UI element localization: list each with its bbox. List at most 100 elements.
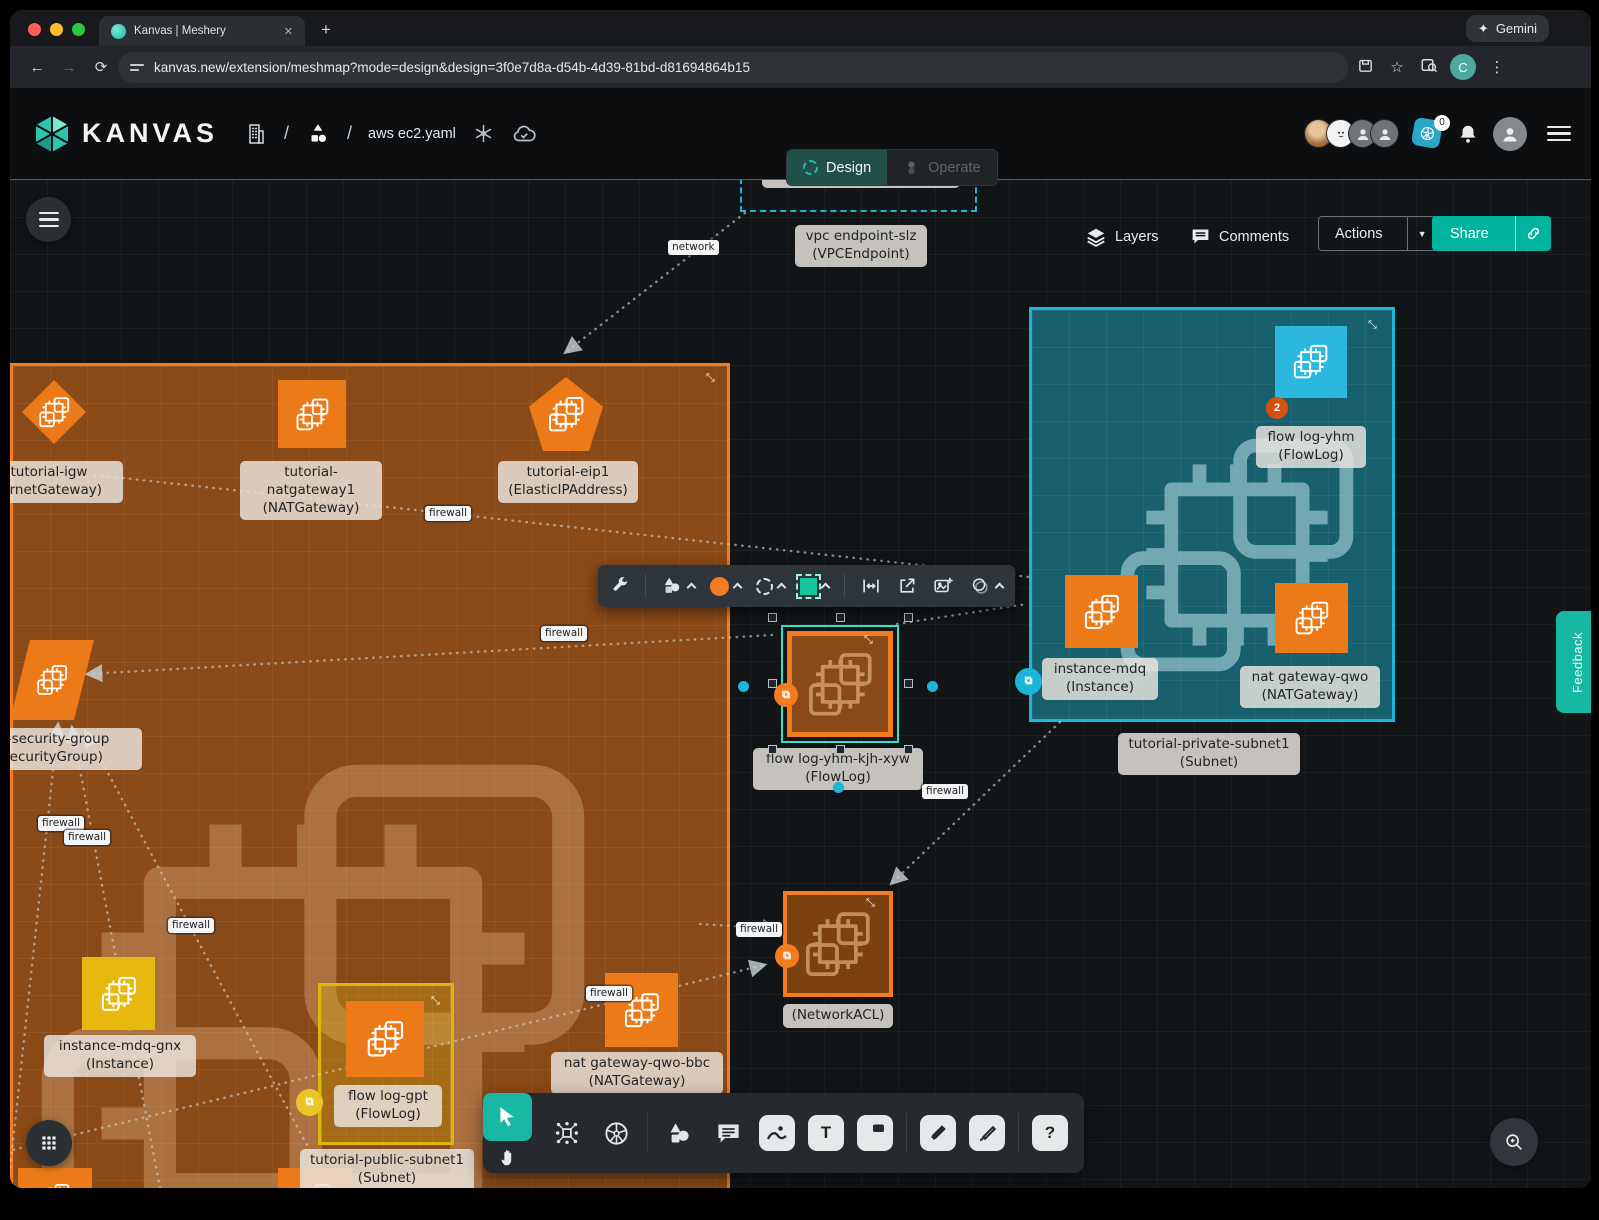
gemini-button[interactable]: ✦ Gemini	[1466, 15, 1549, 42]
node-tutorial-natgateway1[interactable]	[278, 380, 346, 448]
note-tool[interactable]	[857, 1115, 893, 1151]
share-button[interactable]: Share	[1432, 216, 1551, 251]
private-subnet-container-collapse-icon[interactable]: ⤡	[1368, 320, 1377, 331]
add-image-button[interactable]	[932, 575, 954, 597]
pan-tool-button[interactable]	[491, 1143, 525, 1171]
flowlog-gpt-container-collapse-icon[interactable]: ⤡	[431, 996, 440, 1007]
tab-close-icon[interactable]: ✕	[284, 25, 293, 38]
close-window-button[interactable]	[28, 23, 41, 36]
edge[interactable]	[10, 725, 58, 1188]
share-link-icon[interactable]	[1515, 216, 1551, 251]
selection-handle[interactable]	[836, 745, 845, 754]
collaborator-avatars[interactable]	[1304, 119, 1399, 148]
edge-label-network: network	[668, 240, 719, 255]
node-collapse-icon[interactable]: ⤡	[866, 898, 875, 909]
notifications-bell-icon[interactable]	[1457, 123, 1479, 145]
comments-button[interactable]: Comments	[1190, 219, 1289, 254]
feedback-tab[interactable]: Feedback	[1556, 611, 1591, 713]
node-flowlog-gpt[interactable]	[346, 1001, 424, 1077]
collaborator-avatar-generic-2[interactable]	[1370, 119, 1399, 148]
pen-tool[interactable]	[920, 1115, 956, 1151]
layers-button[interactable]: Layers	[1085, 219, 1159, 254]
shapes-tool[interactable]	[661, 1115, 697, 1151]
open-in-new-button[interactable]	[897, 576, 917, 596]
new-tab-button[interactable]: +	[321, 21, 331, 38]
node-partial-bottom-1[interactable]	[18, 1168, 92, 1188]
zoom-button[interactable]	[1490, 1118, 1538, 1166]
node-networkacl[interactable]	[783, 891, 893, 997]
mesh-components-tool[interactable]	[549, 1115, 585, 1151]
comment-icon	[715, 1120, 742, 1147]
tab-operate[interactable]: Operate	[887, 150, 996, 185]
node-instance-mdq[interactable]	[1065, 575, 1138, 648]
tab-search-icon[interactable]	[1414, 56, 1444, 78]
configure-tool-button[interactable]	[610, 576, 630, 596]
resource-chip-icon	[33, 656, 71, 704]
freehand-tool[interactable]	[969, 1115, 1005, 1151]
link-badge-private-subnet[interactable]: ⧉	[1015, 668, 1042, 695]
actions-button[interactable]: Actions ▼	[1318, 216, 1438, 251]
edge[interactable]	[897, 604, 1027, 624]
forward-button[interactable]: →	[54, 59, 84, 76]
node-collapse-icon[interactable]: ⤡	[864, 635, 873, 646]
node-natgw-qwo-bbc[interactable]	[605, 973, 678, 1047]
selection-handle[interactable]	[904, 745, 913, 754]
kubernetes-tool[interactable]	[598, 1115, 634, 1151]
link-badge-flowlog-gpt[interactable]: ⧉	[296, 1089, 323, 1116]
reload-button[interactable]: ⟳	[86, 58, 116, 76]
media-tool[interactable]	[759, 1115, 795, 1151]
browser-tab[interactable]: Kanvas | Meshery ✕	[99, 16, 305, 46]
count-badge-flowlog-yhm[interactable]: 2	[1266, 397, 1288, 419]
back-button[interactable]: ←	[22, 59, 52, 76]
link-badge-flowlog-selected[interactable]: ⧉	[774, 683, 798, 707]
resize-label-button[interactable]	[860, 575, 882, 597]
shape-style-button[interactable]	[661, 575, 695, 597]
selection-handle[interactable]	[836, 613, 845, 622]
node-flowlog-yhm[interactable]	[1275, 326, 1347, 398]
selection-handle[interactable]	[904, 613, 913, 622]
design-file-name[interactable]: aws ec2.yaml	[368, 126, 456, 142]
site-settings-icon[interactable]	[130, 64, 144, 71]
selection-handle[interactable]	[768, 613, 777, 622]
cloud-sync-icon[interactable]	[511, 121, 537, 147]
node-instance-mdq-gnx[interactable]	[82, 957, 155, 1030]
link-badge-networkacl[interactable]: ⧉	[775, 944, 799, 968]
browser-menu-icon[interactable]: ⋮	[1482, 58, 1512, 76]
maximize-window-button[interactable]	[72, 23, 85, 36]
selection-handle[interactable]	[768, 745, 777, 754]
save-page-icon[interactable]	[1350, 57, 1380, 78]
select-tool-button[interactable]	[483, 1093, 532, 1141]
address-bar[interactable]: kanvas.new/extension/meshmap?mode=design…	[118, 52, 1348, 83]
design-canvas[interactable]: Layers Comments Actions ▼ Share	[10, 180, 1591, 1188]
meshery-snowflake-icon[interactable]	[472, 122, 495, 145]
url-text[interactable]: kanvas.new/extension/meshmap?mode=design…	[154, 60, 750, 75]
apps-grid-button[interactable]	[26, 1120, 72, 1166]
vpc-orange-container-collapse-icon[interactable]: ⤡	[706, 373, 715, 384]
edge[interactable]	[892, 722, 1060, 883]
teal-swatch-icon	[800, 578, 817, 595]
help-button[interactable]: ?	[1032, 1115, 1068, 1151]
selection-color-button[interactable]	[800, 578, 829, 595]
node-natgw-qwo[interactable]	[1275, 583, 1348, 653]
tab-design[interactable]: Design	[787, 150, 887, 185]
organization-icon[interactable]	[244, 121, 268, 147]
lasso-tool-button[interactable]	[969, 575, 1003, 597]
fill-color-button[interactable]	[710, 577, 741, 596]
kanvas-logo[interactable]: KANVAS	[32, 114, 218, 154]
edge[interactable]	[566, 213, 745, 352]
tool-palette: T ?	[483, 1093, 1084, 1173]
browser-profile-avatar[interactable]: C	[1450, 54, 1476, 80]
comment-tool[interactable]	[710, 1115, 746, 1151]
minimize-window-button[interactable]	[50, 23, 63, 36]
border-style-button[interactable]	[756, 578, 785, 595]
bookmark-star-icon[interactable]: ☆	[1382, 58, 1412, 76]
kubernetes-context-badge[interactable]: 0	[1413, 119, 1443, 149]
app-menu-icon[interactable]	[1547, 126, 1571, 142]
canvas-menu-button[interactable]	[26, 197, 71, 242]
workspace-icon[interactable]	[305, 121, 331, 147]
resource-chip-icon	[35, 393, 73, 431]
user-profile-avatar[interactable]	[1493, 117, 1527, 151]
edge[interactable]	[88, 635, 772, 674]
text-tool[interactable]: T	[808, 1115, 844, 1151]
selection-handle[interactable]	[904, 679, 913, 688]
